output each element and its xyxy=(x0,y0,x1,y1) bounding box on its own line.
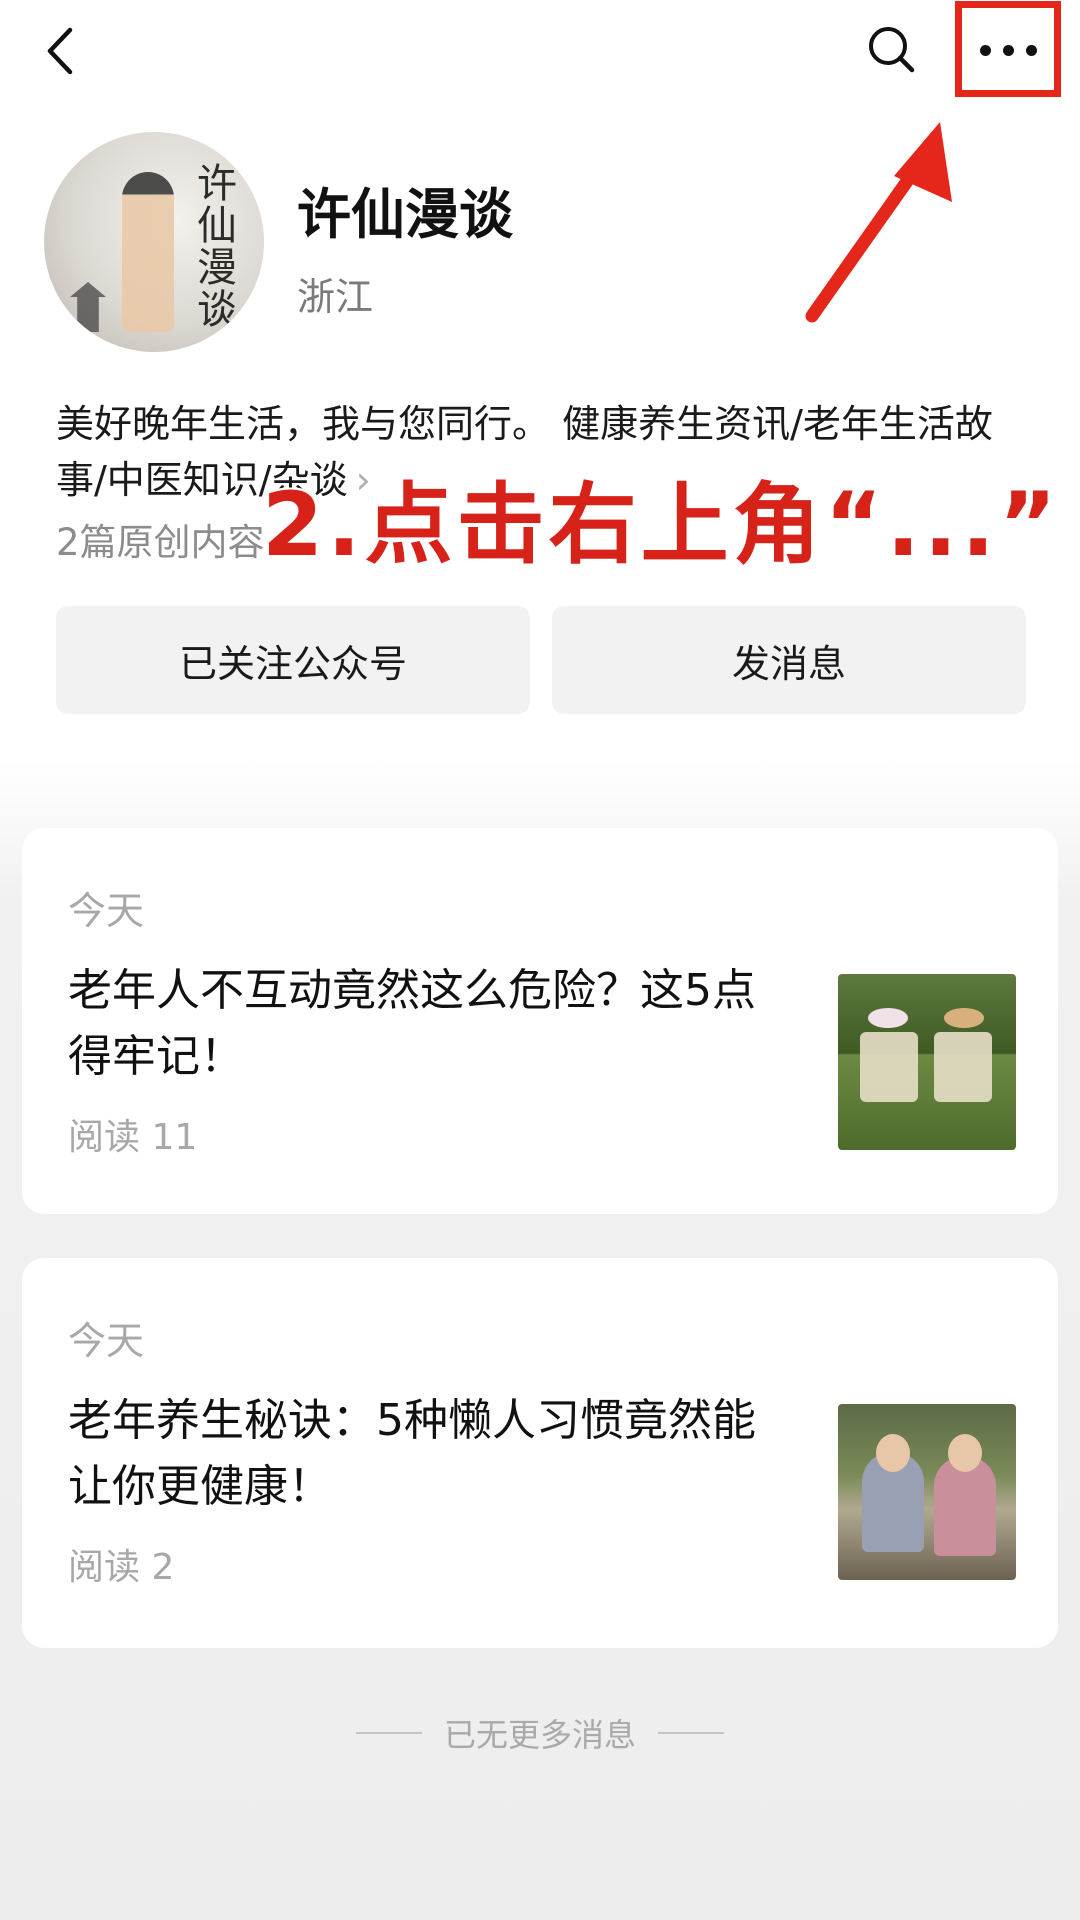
search-icon xyxy=(869,27,915,73)
article-title[interactable]: 老年养生秘诀：5种懒人习惯竟然能让你更健康！ xyxy=(68,1388,788,1520)
account-name: 许仙漫谈 xyxy=(297,183,513,246)
instruction-overlay: 2.点击右上角“...” xyxy=(262,473,1061,576)
article-read-count: 阅读 11 xyxy=(68,1117,198,1158)
article-date: 今天 xyxy=(68,889,145,933)
article-title[interactable]: 老年人不互动竟然这么危险？这5点得牢记！ xyxy=(68,958,788,1090)
article-thumbnail[interactable] xyxy=(838,1404,1016,1580)
back-button[interactable] xyxy=(36,20,88,82)
divider xyxy=(658,1732,724,1734)
account-profile-page: 许仙漫谈 许仙漫谈 浙江 美好晚年生活，我与您同行。 健康养生资讯/老年生活故事… xyxy=(0,0,1080,1920)
top-bar xyxy=(0,0,1080,110)
followed-button[interactable]: 已关注公众号 xyxy=(56,606,530,714)
send-message-button[interactable]: 发消息 xyxy=(552,606,1026,714)
end-text: 已无更多消息 xyxy=(443,1716,636,1754)
highlight-box xyxy=(955,1,1061,97)
account-region: 浙江 xyxy=(297,275,374,319)
arrow-annotation xyxy=(805,122,952,323)
divider xyxy=(355,1732,422,1734)
search-button[interactable] xyxy=(862,20,922,80)
chevron-left-icon xyxy=(47,27,73,75)
end-of-list-indicator: 已无更多消息 xyxy=(0,1710,1080,1756)
article-thumbnail[interactable] xyxy=(838,974,1016,1150)
article-card[interactable]: 今天 老年养生秘诀：5种懒人习惯竟然能让你更健康！ 阅读 2 xyxy=(22,1258,1058,1648)
avatar-calligraphy: 许仙漫谈 xyxy=(190,162,236,330)
original-count[interactable]: 2篇原创内容 xyxy=(56,512,265,566)
figure-graphic xyxy=(122,172,174,332)
pagoda-graphic xyxy=(70,282,106,332)
article-read-count: 阅读 2 xyxy=(68,1547,175,1588)
avatar[interactable]: 许仙漫谈 xyxy=(44,132,264,352)
article-date: 今天 xyxy=(68,1319,145,1363)
article-card[interactable]: 今天 老年人不互动竟然这么危险？这5点得牢记！ 阅读 11 xyxy=(22,828,1058,1214)
